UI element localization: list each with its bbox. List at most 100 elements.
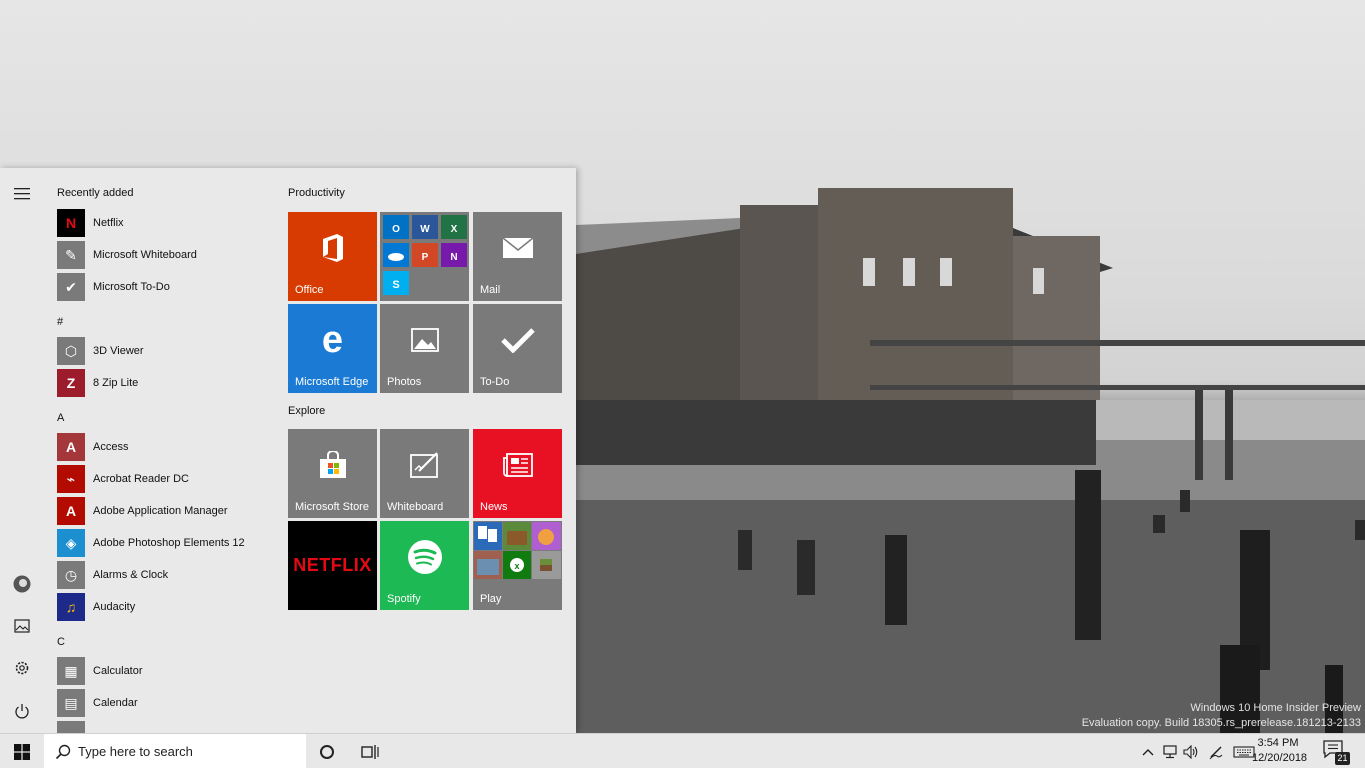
calendar-icon: ▤ xyxy=(57,689,85,717)
store-bag-icon xyxy=(288,429,377,501)
tile-label: Play xyxy=(480,593,502,605)
whiteboard-icon: ✎ xyxy=(57,241,85,269)
camera-icon xyxy=(57,721,85,733)
app-item-adobe-application-manager[interactable]: A Adobe Application Manager xyxy=(57,496,275,526)
task-view-button[interactable] xyxy=(350,734,390,768)
app-item-microsoft-to-do[interactable]: ✔ Microsoft To-Do xyxy=(57,272,275,302)
acrobat-icon: ⌁ xyxy=(57,465,85,493)
app-label: Calendar xyxy=(93,697,138,709)
app-item-partial[interactable] xyxy=(57,720,275,733)
tile-label: Microsoft Edge xyxy=(295,376,369,388)
app-item-access[interactable]: A Access xyxy=(57,432,275,462)
tile-label: Spotify xyxy=(387,593,421,605)
settings-gear-icon[interactable] xyxy=(6,652,38,684)
app-item-microsoft-whiteboard[interactable]: ✎ Microsoft Whiteboard xyxy=(57,240,275,270)
productivity-group-header[interactable]: Productivity xyxy=(288,187,345,199)
app-item-calculator[interactable]: ▦ Calculator xyxy=(57,656,275,686)
all-apps-list: Recently added N Netflix ✎ Microsoft Whi… xyxy=(52,168,280,733)
user-avatar[interactable] xyxy=(6,568,38,600)
show-hidden-icons-chevron-icon[interactable] xyxy=(1138,742,1158,762)
tile-to-do[interactable]: To-Do xyxy=(473,304,562,393)
volume-icon[interactable] xyxy=(1181,742,1201,762)
watermark-line-1: Windows 10 Home Insider Preview xyxy=(1190,702,1361,714)
hash-section-header[interactable]: # xyxy=(57,316,63,328)
start-rail xyxy=(0,168,44,733)
tile-photos[interactable]: Photos xyxy=(380,304,469,393)
action-center-button[interactable]: 21 xyxy=(1322,739,1352,765)
svg-text:N: N xyxy=(450,252,457,263)
photos-icon xyxy=(380,304,469,376)
app-label: Adobe Application Manager xyxy=(93,505,228,517)
app-label: Audacity xyxy=(93,601,136,613)
app-label: Microsoft To-Do xyxy=(93,281,170,293)
app-label: Adobe Photoshop Elements 12 xyxy=(93,537,245,549)
checkmark-icon: ✔ xyxy=(57,273,85,301)
clock-date: 12/20/2018 xyxy=(1252,752,1308,764)
taskbar: Type here to search 3:54 PM 12/20/2018 2… xyxy=(0,733,1365,768)
tile-netflix[interactable]: NETFLIX xyxy=(288,521,377,610)
netflix-icon: N xyxy=(57,209,85,237)
c-section-header[interactable]: C xyxy=(57,636,65,648)
tile-play-folder[interactable]: x Play xyxy=(473,521,562,610)
app-item-calendar[interactable]: ▤ Calendar xyxy=(57,688,275,718)
app-item-audacity[interactable]: ♫ Audacity xyxy=(57,592,275,622)
app-item-adobe-photoshop-elements-12[interactable]: ◈ Adobe Photoshop Elements 12 xyxy=(57,528,275,558)
whiteboard-icon xyxy=(380,429,469,501)
app-item-8-zip-lite[interactable]: Z 8 Zip Lite xyxy=(57,368,275,398)
tile-label: To-Do xyxy=(480,376,510,388)
pen-workspace-icon[interactable] xyxy=(1206,742,1226,762)
explore-group-header[interactable]: Explore xyxy=(288,405,325,417)
tile-microsoft-store[interactable]: Microsoft Store xyxy=(288,429,377,518)
tile-whiteboard[interactable]: Whiteboard xyxy=(380,429,469,518)
svg-text:X: X xyxy=(451,224,458,235)
photoshop-elements-icon: ◈ xyxy=(57,529,85,557)
app-item-acrobat-reader-dc[interactable]: ⌁ Acrobat Reader DC xyxy=(57,464,275,494)
svg-text:S: S xyxy=(392,279,399,291)
access-icon: A xyxy=(57,433,85,461)
app-label: Netflix xyxy=(93,217,124,229)
app-item-netflix[interactable]: N Netflix xyxy=(57,208,275,238)
search-icon xyxy=(54,743,72,761)
system-clock[interactable]: 3:54 PM 12/20/2018 xyxy=(1252,736,1308,766)
app-item-alarms-clock[interactable]: ◷ Alarms & Clock xyxy=(57,560,275,590)
cortana-button[interactable] xyxy=(307,734,347,768)
edge-icon: e xyxy=(321,318,344,361)
search-placeholder: Type here to search xyxy=(78,744,193,759)
tile-microsoft-edge[interactable]: e Microsoft Edge xyxy=(288,304,377,393)
tile-mail[interactable]: Mail xyxy=(473,212,562,301)
mail-envelope-icon xyxy=(473,212,562,284)
power-icon[interactable] xyxy=(6,695,38,727)
tile-office[interactable]: Office xyxy=(288,212,377,301)
spotify-icon xyxy=(380,521,469,593)
cortana-circle-icon xyxy=(320,744,334,759)
tile-news[interactable]: News xyxy=(473,429,562,518)
tile-label: Office xyxy=(295,284,324,296)
headphones-icon: ♫ xyxy=(57,593,85,621)
recently-added-header: Recently added xyxy=(57,187,134,199)
app-item-3d-viewer[interactable]: ⬡ 3D Viewer xyxy=(57,336,275,366)
hamburger-menu-icon[interactable] xyxy=(6,178,38,210)
pictures-icon[interactable] xyxy=(6,610,38,642)
netflix-logo: NETFLIX xyxy=(293,555,372,575)
start-menu: Recently added N Netflix ✎ Microsoft Whi… xyxy=(0,168,576,733)
svg-text:x: x xyxy=(514,561,519,571)
tile-label: Photos xyxy=(387,376,422,388)
alarm-clock-icon: ◷ xyxy=(57,561,85,589)
tile-spotify[interactable]: Spotify xyxy=(380,521,469,610)
calculator-icon: ▦ xyxy=(57,657,85,685)
a-section-header[interactable]: A xyxy=(57,412,64,424)
app-label: Calculator xyxy=(93,665,143,677)
start-button[interactable] xyxy=(0,734,44,768)
app-label: Microsoft Whiteboard xyxy=(93,249,197,261)
tile-label: Microsoft Store xyxy=(295,501,369,513)
tile-office-apps-folder[interactable]: O W X P N S xyxy=(380,212,469,301)
tile-label: Whiteboard xyxy=(387,501,444,513)
app-label: Access xyxy=(93,441,129,453)
play-games-icons: x xyxy=(474,522,561,579)
network-icon[interactable] xyxy=(1160,742,1180,762)
notification-count-badge: 21 xyxy=(1335,752,1350,765)
pinned-tiles: Productivity Office O W X P N S Mail e M… xyxy=(288,168,568,733)
svg-text:W: W xyxy=(420,224,430,235)
taskbar-search-box[interactable]: Type here to search xyxy=(44,734,306,768)
watermark-line-2: Evaluation copy. Build 18305.rs_prerelea… xyxy=(1081,717,1361,729)
